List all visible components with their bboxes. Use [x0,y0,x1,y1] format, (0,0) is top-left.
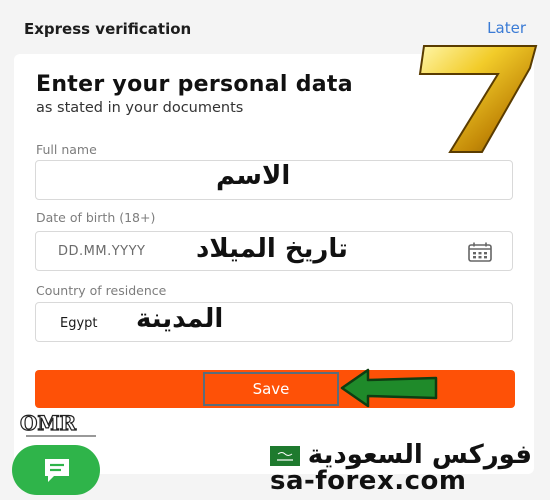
full-name-field[interactable]: الاسم [35,160,513,200]
form-heading: Enter your personal data [36,72,353,97]
chat-button[interactable] [12,445,100,495]
watermark-url: sa-forex.com [270,466,467,496]
country-value: Egypt [60,316,98,331]
saudi-flag-icon [270,446,300,466]
later-link[interactable]: Later [487,19,526,37]
country-field[interactable]: Egypt المدينة [35,302,513,342]
country-label: Country of residence [36,283,167,298]
form-subheading: as stated in your documents [36,100,244,116]
omr-logo: OMR [19,410,96,437]
full-name-overlay-text: الاسم [216,161,291,191]
page-title: Express verification [24,20,192,38]
date-of-birth-label: Date of birth (18+) [36,210,156,225]
omr-logo-text: OMR [20,411,77,435]
full-name-label: Full name [36,142,97,157]
seven-badge-icon: 7 [418,45,538,153]
save-button[interactable]: Save [203,372,339,406]
date-of-birth-field[interactable]: DD.MM.YYYY تاريخ الميلاد [35,231,513,271]
calendar-icon[interactable] [468,242,492,262]
country-overlay-text: المدينة [136,304,224,334]
green-arrow-icon [340,368,438,408]
date-of-birth-placeholder: DD.MM.YYYY [58,244,146,259]
save-bar: Save [35,370,515,408]
chat-icon [45,459,69,482]
date-of-birth-overlay-text: تاريخ الميلاد [196,234,348,264]
